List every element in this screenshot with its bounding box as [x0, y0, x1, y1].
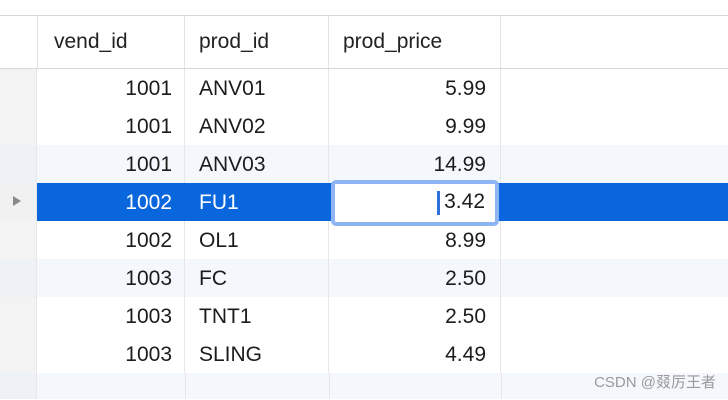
cell-vend-id[interactable]: 1002 [38, 221, 185, 259]
row-gutter[interactable] [0, 145, 37, 183]
cell-vend-id[interactable]: 1001 [38, 69, 185, 107]
grid-body: 1001 ANV01 5.99 1001 ANV02 9.99 1001 ANV… [0, 69, 728, 399]
table-row[interactable]: 1003 TNT1 2.50 [0, 297, 728, 335]
cell-vend-id[interactable]: 1003 [38, 297, 185, 335]
cell-prod-id[interactable]: TNT1 [185, 297, 329, 335]
cell-prod-id[interactable]: ANV03 [185, 145, 329, 183]
row-gutter[interactable] [0, 69, 37, 107]
cell-vend-id[interactable]: 1001 [38, 145, 185, 183]
row-gutter[interactable] [0, 259, 37, 297]
watermark: CSDN @叕厉王者 [594, 374, 716, 391]
play-triangle-icon [13, 196, 21, 206]
column-header-prod-price[interactable]: prod_price [329, 16, 501, 68]
cell-prod-price[interactable]: 9.99 [329, 107, 501, 145]
result-grid: vend_id prod_id prod_price 1001 ANV01 5.… [0, 0, 728, 400]
cell-vend-id[interactable]: 1003 [38, 259, 185, 297]
cell-editor[interactable] [331, 180, 499, 226]
table-row[interactable]: 1002 OL1 8.99 [0, 221, 728, 259]
cell-prod-id[interactable]: FC [185, 259, 329, 297]
row-gutter-header [0, 16, 38, 68]
column-divider [501, 373, 502, 399]
text-caret [437, 191, 440, 215]
cell-prod-price[interactable]: 2.50 [329, 259, 501, 297]
row-gutter[interactable] [0, 183, 37, 221]
cell-prod-price[interactable]: 4.49 [329, 335, 501, 373]
row-gutter[interactable] [0, 297, 37, 335]
cell-prod-price[interactable]: 14.99 [329, 145, 501, 183]
cell-vend-id[interactable]: 1003 [38, 335, 185, 373]
column-divider [329, 373, 330, 399]
column-header-vend-id[interactable]: vend_id [38, 16, 185, 68]
cell-prod-id[interactable]: ANV01 [185, 69, 329, 107]
row-gutter [0, 373, 37, 399]
column-divider [185, 373, 186, 399]
column-header-prod-id[interactable]: prod_id [185, 16, 329, 68]
row-gutter[interactable] [0, 221, 37, 259]
table-row[interactable]: 1001 ANV01 5.99 [0, 69, 728, 107]
table-row[interactable]: 1001 ANV02 9.99 [0, 107, 728, 145]
row-gutter[interactable] [0, 335, 37, 373]
cell-prod-price[interactable]: 8.99 [329, 221, 501, 259]
cell-prod-id[interactable]: FU1 [185, 183, 329, 221]
cell-prod-price[interactable]: 5.99 [329, 69, 501, 107]
cell-prod-price[interactable]: 2.50 [329, 297, 501, 335]
cell-vend-id[interactable]: 1002 [38, 183, 185, 221]
table-row[interactable]: 1003 SLING 4.49 [0, 335, 728, 373]
cell-vend-id[interactable]: 1001 [38, 107, 185, 145]
grid-header: vend_id prod_id prod_price [0, 16, 728, 69]
table-row[interactable]: 1001 ANV03 14.99 [0, 145, 728, 183]
cell-prod-id[interactable]: ANV02 [185, 107, 329, 145]
cell-prod-id[interactable]: OL1 [185, 221, 329, 259]
row-gutter[interactable] [0, 107, 37, 145]
prod-price-edit-field[interactable] [335, 184, 495, 222]
table-row[interactable]: 1003 FC 2.50 [0, 259, 728, 297]
cell-prod-id[interactable]: SLING [185, 335, 329, 373]
